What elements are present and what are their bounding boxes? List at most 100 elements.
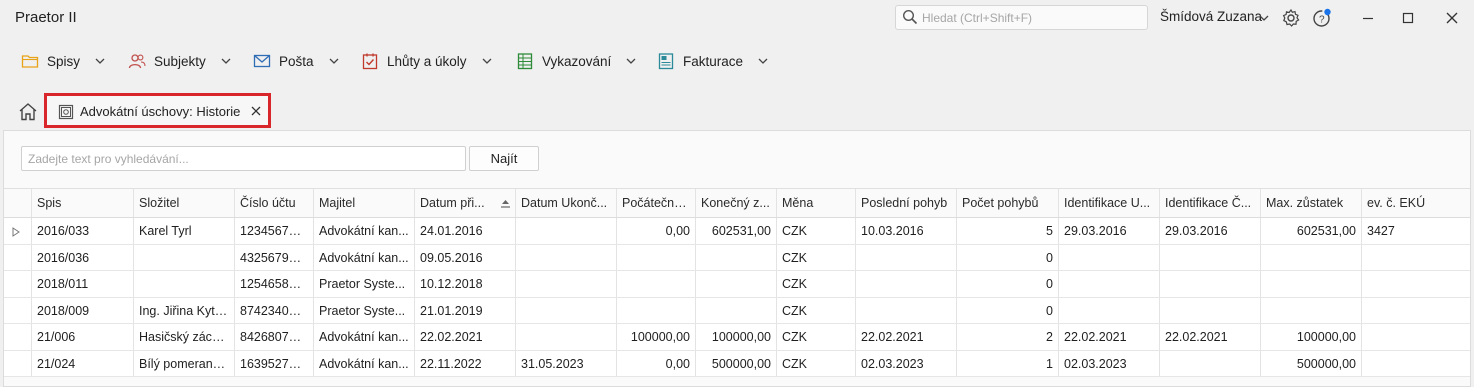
column-header[interactable]: Max. zůstatek — [1260, 189, 1361, 217]
table-cell[interactable] — [695, 297, 776, 323]
table-row[interactable]: 2018/011 125465825... Praetor Syste... 10.1… — [4, 271, 1470, 298]
menu-vykazovani[interactable]: Vykazování — [516, 50, 637, 72]
column-header[interactable]: Majitel — [313, 189, 414, 217]
table-cell[interactable]: 21.01.2019 — [414, 297, 515, 323]
table-cell[interactable]: CZK — [776, 244, 855, 270]
help-notification-icon[interactable]: ? — [1312, 8, 1332, 28]
table-row[interactable]: 21/006 Hasičský záchr... 842680754... Advok… — [4, 324, 1470, 351]
table-cell[interactable] — [1159, 297, 1260, 323]
global-search-box[interactable]: Hledat (Ctrl+Shift+F) — [895, 5, 1148, 30]
table-cell[interactable] — [855, 244, 956, 270]
table-cell[interactable]: 10.12.2018 — [414, 271, 515, 297]
column-header[interactable]: Počáteční ... — [616, 189, 695, 217]
table-cell[interactable]: 0 — [956, 271, 1058, 297]
sort-ascending-icon[interactable] — [500, 199, 511, 209]
table-cell[interactable]: 02.03.2023 — [855, 350, 956, 376]
table-cell[interactable]: 432567987... — [234, 244, 313, 270]
table-cell[interactable]: Advokátní kan... — [313, 324, 414, 350]
table-cell[interactable]: 1 — [956, 350, 1058, 376]
table-cell[interactable]: 100000,00 — [1260, 324, 1361, 350]
table-cell[interactable]: 22.02.2021 — [1058, 324, 1159, 350]
table-cell[interactable]: 22.02.2021 — [1159, 324, 1260, 350]
column-header[interactable]: Konečný z... — [695, 189, 776, 217]
table-cell[interactable]: 21/024 — [31, 350, 133, 376]
table-cell[interactable] — [133, 244, 234, 270]
table-cell[interactable]: 22.02.2021 — [855, 324, 956, 350]
menu-spisy[interactable]: Spisy — [21, 50, 106, 72]
table-cell[interactable]: CZK — [776, 324, 855, 350]
table-row[interactable]: 2018/009 Ing. Jiřina Kytič... 874234045...… — [4, 297, 1470, 324]
minimize-icon[interactable] — [1358, 8, 1378, 28]
search-input[interactable] — [22, 147, 465, 170]
home-icon[interactable] — [17, 101, 39, 123]
tab-advokatni-uschovy-historie[interactable]: Advokátní úschovy: Historie — [44, 93, 271, 128]
table-cell[interactable]: 500000,00 — [695, 350, 776, 376]
menu-lhuty-a-ukoly[interactable]: Lhůty a úkoly — [361, 50, 493, 72]
table-cell[interactable]: 125465825... — [234, 271, 313, 297]
table-cell[interactable] — [1361, 244, 1470, 270]
column-header[interactable]: Poslední pohyb — [855, 189, 956, 217]
find-button[interactable]: Najít — [469, 146, 539, 171]
table-cell[interactable] — [695, 271, 776, 297]
table-cell[interactable]: 500000,00 — [1260, 350, 1361, 376]
table-cell[interactable]: Advokátní kan... — [313, 218, 414, 244]
column-header[interactable]: Složitel — [133, 189, 234, 217]
table-cell[interactable] — [1260, 297, 1361, 323]
table-cell[interactable]: 29.03.2016 — [1058, 218, 1159, 244]
table-row[interactable]: 2016/033 Karel Tyrl 123456789... Advokátní … — [4, 218, 1470, 245]
table-cell[interactable]: CZK — [776, 297, 855, 323]
table-cell[interactable] — [855, 271, 956, 297]
table-cell[interactable] — [515, 244, 616, 270]
table-cell[interactable] — [1159, 271, 1260, 297]
table-cell[interactable]: 22.11.2022 — [414, 350, 515, 376]
table-cell[interactable] — [515, 218, 616, 244]
table-cell[interactable] — [616, 297, 695, 323]
table-cell[interactable]: 163952746... — [234, 350, 313, 376]
chevron-down-icon[interactable] — [1258, 12, 1270, 24]
table-cell[interactable] — [1361, 324, 1470, 350]
close-icon[interactable] — [1442, 8, 1462, 28]
table-cell[interactable]: 10.03.2016 — [855, 218, 956, 244]
column-header[interactable]: Identifikace U... — [1058, 189, 1159, 217]
column-header[interactable]: Spis — [31, 189, 133, 217]
table-row[interactable]: 2016/036 432567987... Advokátní kan... 09.0… — [4, 244, 1470, 271]
table-cell[interactable]: 602531,00 — [695, 218, 776, 244]
table-cell[interactable]: 02.03.2023 — [1058, 350, 1159, 376]
menu-subjekty[interactable]: Subjekty — [128, 50, 232, 72]
table-cell[interactable] — [1058, 244, 1159, 270]
table-cell[interactable]: 0 — [956, 244, 1058, 270]
maximize-icon[interactable] — [1398, 8, 1418, 28]
table-cell[interactable] — [1058, 271, 1159, 297]
table-cell[interactable]: 24.01.2016 — [414, 218, 515, 244]
table-cell[interactable]: 0,00 — [616, 218, 695, 244]
table-cell[interactable]: CZK — [776, 271, 855, 297]
table-cell[interactable]: Ing. Jiřina Kytič... — [133, 297, 234, 323]
table-cell[interactable] — [1361, 350, 1470, 376]
user-menu[interactable]: Šmídová Zuzana — [1160, 9, 1262, 24]
table-cell[interactable]: 22.02.2021 — [414, 324, 515, 350]
table-cell[interactable] — [515, 297, 616, 323]
menu-fakturace[interactable]: Fakturace — [657, 50, 769, 72]
table-cell[interactable]: Bílý pomeranč... — [133, 350, 234, 376]
column-header[interactable]: Počet pohybů — [956, 189, 1058, 217]
table-cell[interactable]: 2016/033 — [31, 218, 133, 244]
table-cell[interactable]: 29.03.2016 — [1159, 218, 1260, 244]
table-cell[interactable] — [1260, 244, 1361, 270]
table-cell[interactable]: 123456789... — [234, 218, 313, 244]
menu-posta[interactable]: Pošta — [253, 50, 340, 72]
table-cell[interactable] — [616, 271, 695, 297]
gear-icon[interactable] — [1281, 8, 1301, 28]
table-cell[interactable]: Praetor Syste... — [313, 297, 414, 323]
table-cell[interactable] — [1159, 350, 1260, 376]
table-row[interactable]: 21/024 Bílý pomeranč... 163952746... Advoká… — [4, 350, 1470, 377]
table-cell[interactable]: Advokátní kan... — [313, 244, 414, 270]
table-cell[interactable] — [133, 271, 234, 297]
table-cell[interactable] — [1058, 297, 1159, 323]
table-cell[interactable]: 2 — [956, 324, 1058, 350]
table-cell[interactable]: 2016/036 — [31, 244, 133, 270]
table-cell[interactable]: Hasičský záchr... — [133, 324, 234, 350]
column-header[interactable]: Měna — [776, 189, 855, 217]
column-header[interactable]: Datum při... — [414, 189, 515, 217]
table-cell[interactable]: 602531,00 — [1260, 218, 1361, 244]
table-cell[interactable] — [515, 324, 616, 350]
